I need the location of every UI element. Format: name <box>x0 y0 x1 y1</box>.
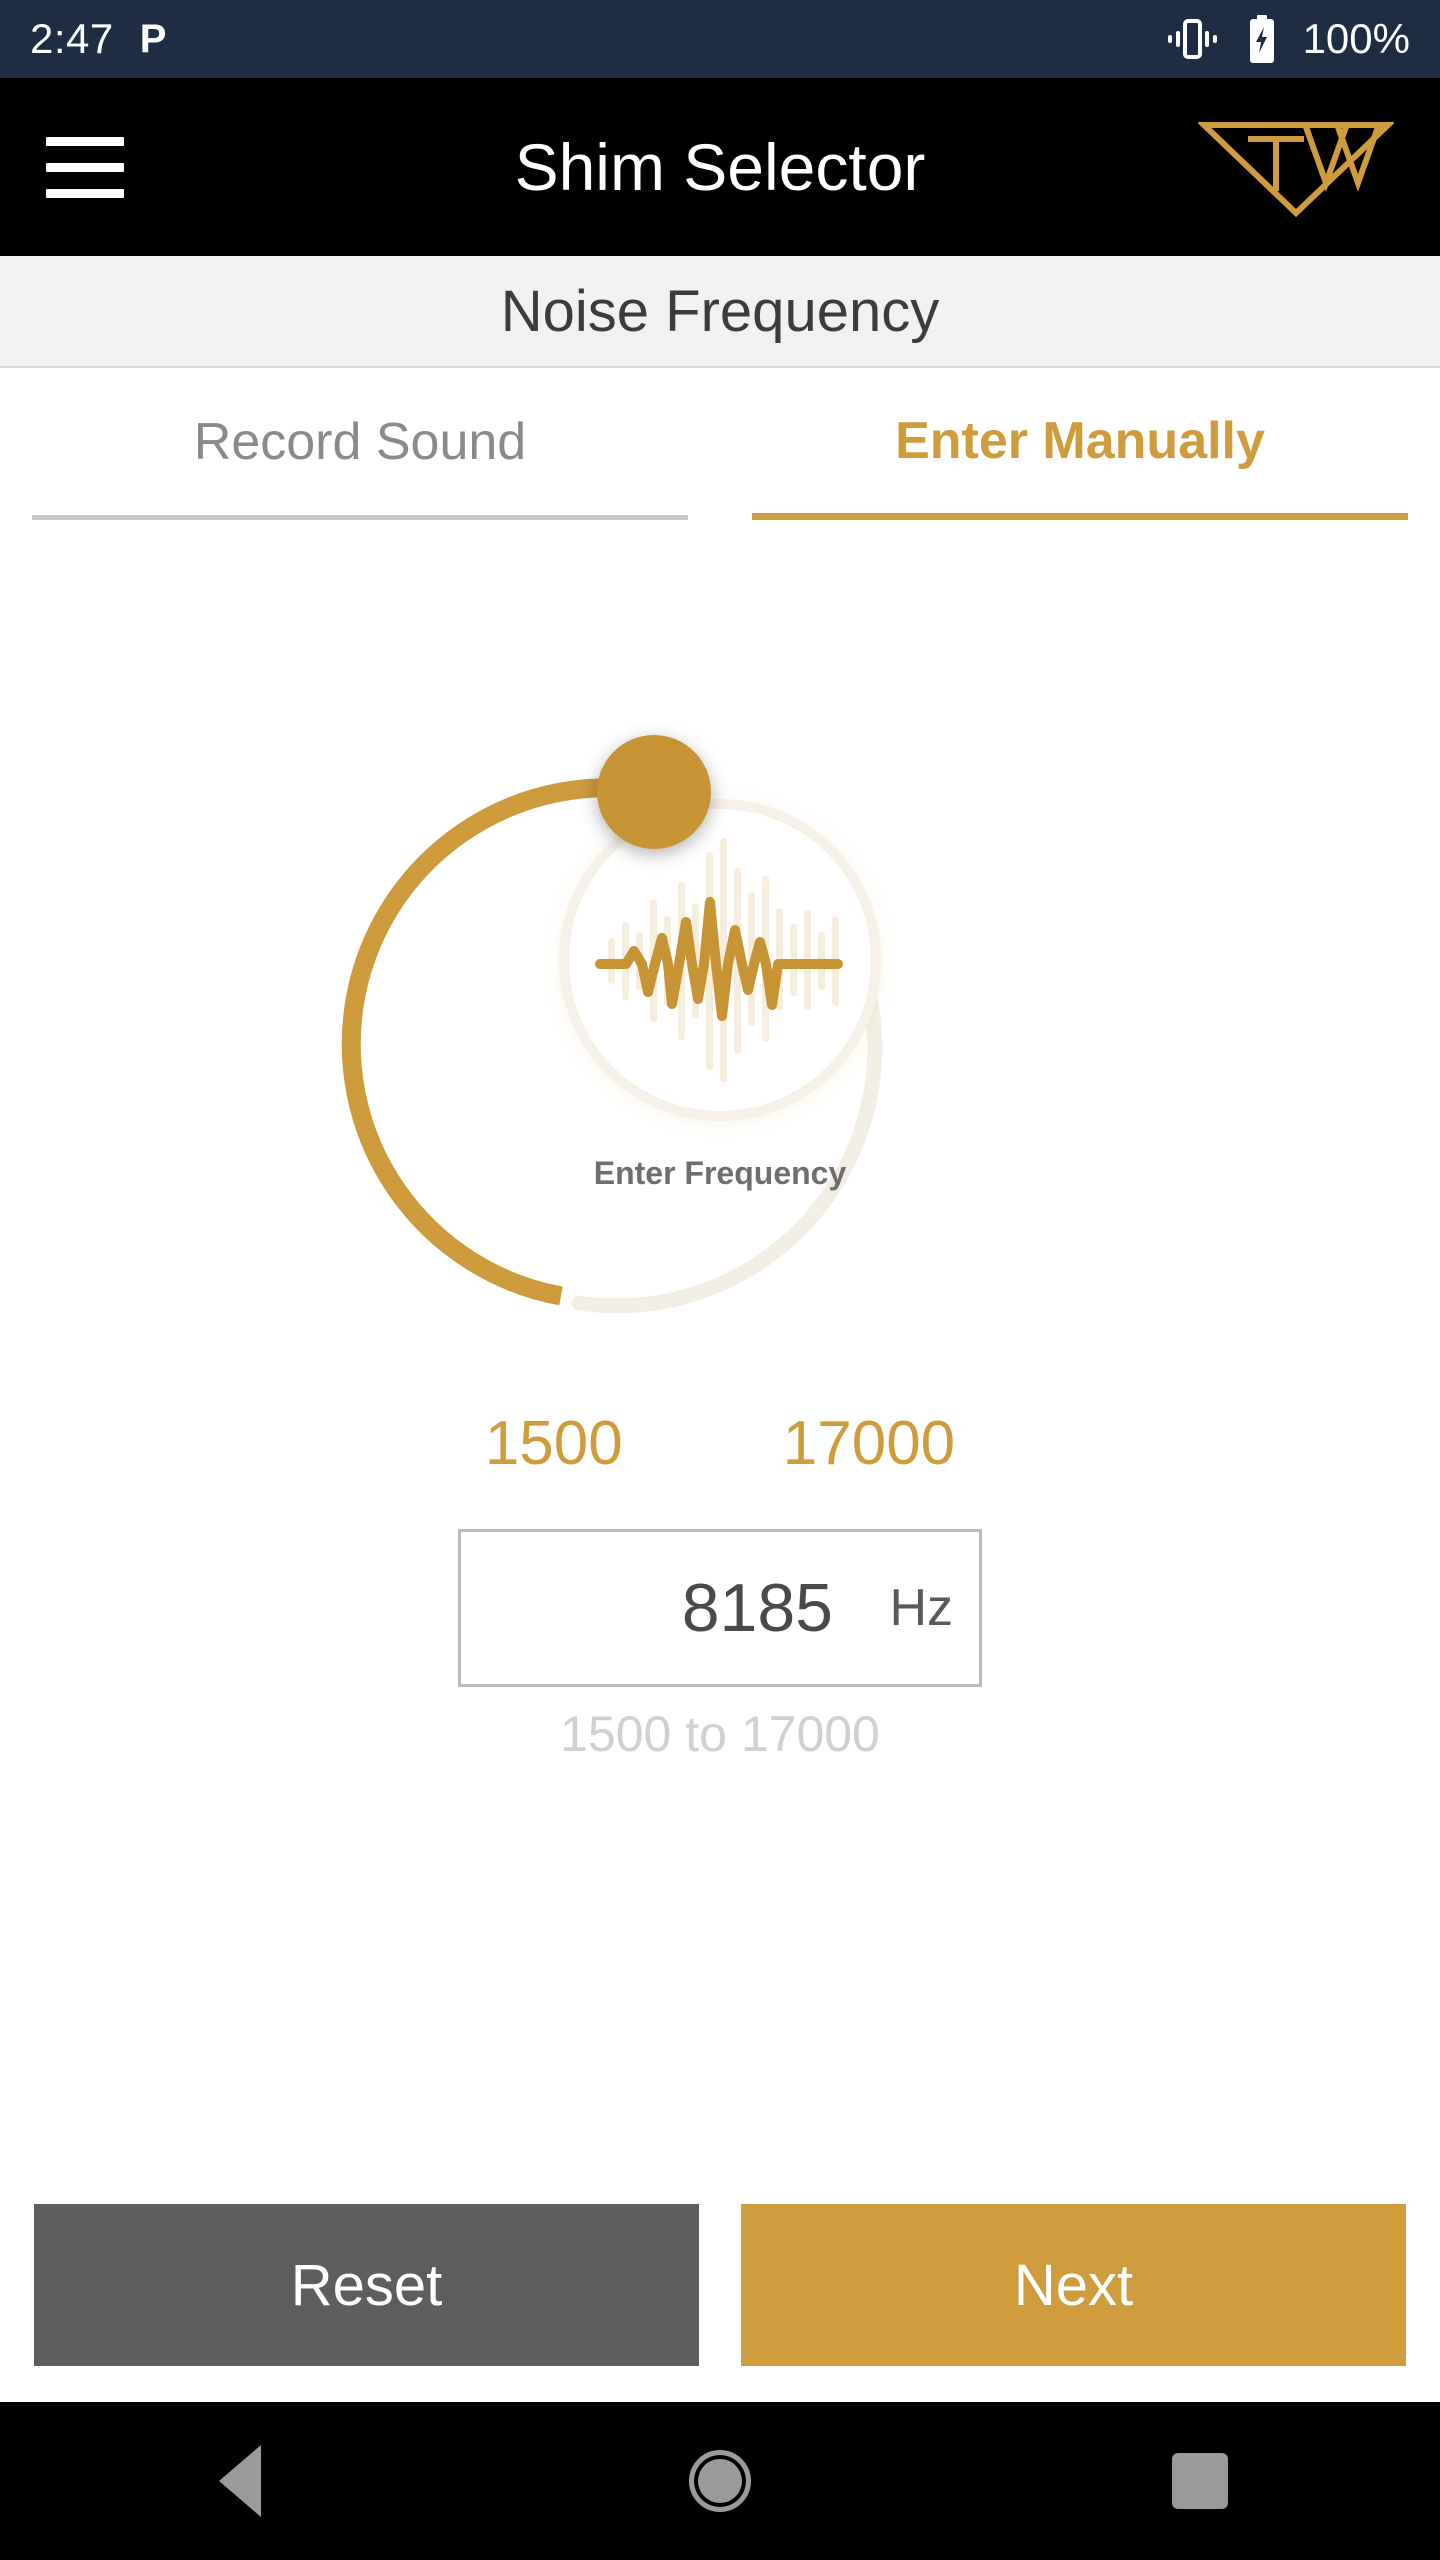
app-screen: 2:47 P 100% Shim Selector Noise Frequenc… <box>0 0 1440 2560</box>
nav-home-button[interactable] <box>620 2450 820 2512</box>
battery-charging-icon <box>1247 15 1277 63</box>
action-button-row: Reset Next <box>0 2204 1440 2366</box>
frequency-input-hint: 1500 to 17000 <box>560 1706 880 1762</box>
hamburger-bar <box>46 162 124 172</box>
frequency-input-area: 8185 Hz 1500 to 17000 <box>0 1529 1440 1763</box>
dial-center-label: Enter Frequency <box>593 1155 847 1191</box>
tww-logo-icon <box>1196 113 1396 222</box>
status-bar: 2:47 P 100% <box>0 0 1440 78</box>
frequency-unit-label: Hz <box>889 1579 953 1637</box>
hamburger-bar <box>46 188 124 198</box>
tab-label: Record Sound <box>193 412 527 471</box>
nav-back-button[interactable] <box>140 2445 340 2517</box>
hamburger-bar <box>46 136 124 146</box>
dial-graphic <box>341 735 883 1314</box>
android-navigation-bar <box>0 2402 1440 2560</box>
nav-back-icon <box>219 2445 261 2517</box>
status-bar-clock: 2:47 <box>30 15 114 62</box>
frequency-input-value[interactable]: 8185 <box>487 1569 833 1647</box>
tab-enter-manually[interactable]: Enter Manually <box>752 368 1408 520</box>
next-button[interactable]: Next <box>741 2204 1406 2366</box>
tab-bar: Record Sound Enter Manually <box>0 368 1440 520</box>
tab-record-sound[interactable]: Record Sound <box>32 368 688 520</box>
hamburger-menu-icon[interactable] <box>46 136 124 198</box>
circular-frequency-slider[interactable]: Enter Frequency <box>0 580 1440 1380</box>
app-bar: Shim Selector <box>0 78 1440 256</box>
range-max-label: 17000 <box>782 1409 956 1478</box>
nav-recents-icon <box>1172 2453 1228 2509</box>
section-header: Noise Frequency <box>0 256 1440 368</box>
pushbullet-notification-icon: P <box>139 17 167 61</box>
status-bar-right: 100% <box>1163 15 1410 63</box>
nav-home-icon <box>689 2450 751 2512</box>
section-title: Noise Frequency <box>500 278 940 344</box>
reset-button-label: Reset <box>290 2252 443 2318</box>
frequency-input-box[interactable]: 8185 Hz <box>458 1529 982 1687</box>
range-min-label: 1500 <box>484 1409 623 1478</box>
range-labels: 1500 17000 <box>0 1408 1440 1479</box>
nav-recents-button[interactable] <box>1100 2453 1300 2509</box>
reset-button[interactable]: Reset <box>34 2204 699 2366</box>
battery-percent-label: 100% <box>1302 15 1410 62</box>
dial-thumb-handle[interactable] <box>597 735 711 849</box>
vibrate-icon <box>1163 16 1221 62</box>
next-button-label: Next <box>1013 2252 1134 2318</box>
tab-label: Enter Manually <box>895 411 1265 470</box>
status-bar-left: 2:47 P <box>30 15 166 63</box>
